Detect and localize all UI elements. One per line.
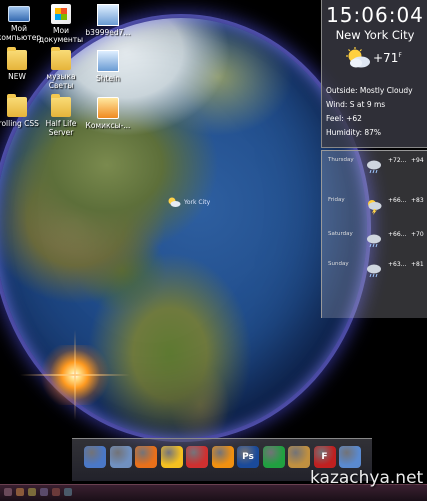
firefox-icon[interactable] — [135, 446, 157, 468]
folder-icon — [7, 47, 27, 70]
desktop-icon-label: Half Life Server — [45, 119, 77, 137]
computer-icon — [8, 6, 30, 22]
desktop-icon-image-file[interactable]: b3999ed7... — [77, 4, 139, 37]
folder-icon — [7, 94, 27, 117]
desktop-icon-label: NEW — [8, 72, 26, 81]
taskbar-button[interactable] — [64, 488, 72, 496]
media-player-icon[interactable] — [211, 446, 234, 468]
folder-icon — [51, 47, 71, 70]
forecast-day: Saturday — [328, 231, 353, 237]
image-file-icon — [97, 4, 119, 26]
city-marker: York City — [167, 196, 210, 208]
folder-icon — [51, 94, 71, 117]
desktop-icon-label: b3999ed7... — [85, 28, 131, 37]
forecast-high: +66... — [388, 231, 407, 238]
feels-like: Feel: +62 — [326, 114, 362, 123]
image-file-icon — [97, 50, 119, 72]
taskbar-button[interactable] — [40, 488, 48, 496]
current-temperature: +71F — [373, 51, 402, 65]
forecast-day: Friday — [328, 197, 345, 203]
forecast-row: Thursday +72... +94 — [322, 157, 427, 187]
forecast-row: Saturday +66... +70 — [322, 231, 427, 261]
forecast-day: Sunday — [328, 261, 349, 267]
rain-icon — [367, 264, 381, 278]
photoshop-icon[interactable]: Ps — [237, 446, 259, 468]
partly-cloudy-icon — [346, 47, 370, 68]
display-settings-icon[interactable] — [109, 446, 132, 468]
watermark: kazachya.net — [310, 468, 424, 488]
desktop-icon-label: Shtein — [96, 74, 120, 83]
partly-cloudy-icon — [168, 197, 181, 207]
clock-time: 15:06:04 — [326, 3, 424, 27]
weather-city: New York City — [335, 28, 415, 42]
city-marker-label: York City — [184, 198, 211, 206]
forecast-low: +81 — [411, 261, 424, 268]
desktop-icon-label: Комиксы-... — [85, 121, 131, 130]
desktop-icon-label: музыка Светы — [46, 72, 76, 90]
weather-forecast-panel[interactable]: Thursday +72... +94 Friday +66... +83 Sa… — [321, 150, 427, 318]
globe-icon[interactable] — [339, 446, 361, 468]
rain-icon — [367, 160, 381, 174]
browser-icon[interactable] — [262, 446, 285, 468]
rain-icon — [367, 234, 381, 248]
forecast-high: +63... — [388, 261, 407, 268]
taskbar-button[interactable] — [16, 488, 24, 496]
forecast-day: Thursday — [328, 157, 354, 163]
taskbar-button[interactable] — [52, 488, 60, 496]
application-icon — [97, 97, 119, 119]
picasa-icon[interactable] — [186, 446, 208, 468]
icq-icon[interactable] — [160, 446, 183, 468]
weather-conditions: Outside: Mostly Cloudy Wind: S at 9 ms F… — [326, 84, 413, 140]
desktop-icon-shtein[interactable]: Shtein — [77, 50, 139, 83]
forecast-row: Sunday +63... +81 — [322, 261, 427, 291]
filezilla-icon[interactable]: F — [313, 446, 336, 468]
taskbar-button[interactable] — [28, 488, 36, 496]
computer-icon[interactable] — [84, 446, 106, 468]
forecast-low: +83 — [411, 197, 424, 204]
thunderstorm-icon — [368, 200, 382, 215]
humidity: Humidity: 87% — [326, 128, 382, 137]
documents-icon — [51, 4, 71, 24]
forecast-low: +70 — [411, 231, 424, 238]
temperature-unit: F — [398, 52, 402, 59]
sun-flare-vertical — [74, 330, 76, 420]
temperature-value: +71 — [373, 51, 399, 65]
wind: Wind: S at 9 ms — [326, 100, 386, 109]
archive-icon[interactable] — [288, 446, 310, 468]
taskbar-button[interactable] — [4, 488, 12, 496]
forecast-high: +66... — [388, 197, 407, 204]
desktop-icon-comics[interactable]: Комиксы-... — [77, 97, 139, 130]
forecast-high: +72... — [388, 157, 407, 164]
forecast-low: +94 — [411, 157, 424, 164]
outside-condition: Outside: Mostly Cloudy — [326, 86, 413, 95]
forecast-row: Friday +66... +83 — [322, 197, 427, 227]
